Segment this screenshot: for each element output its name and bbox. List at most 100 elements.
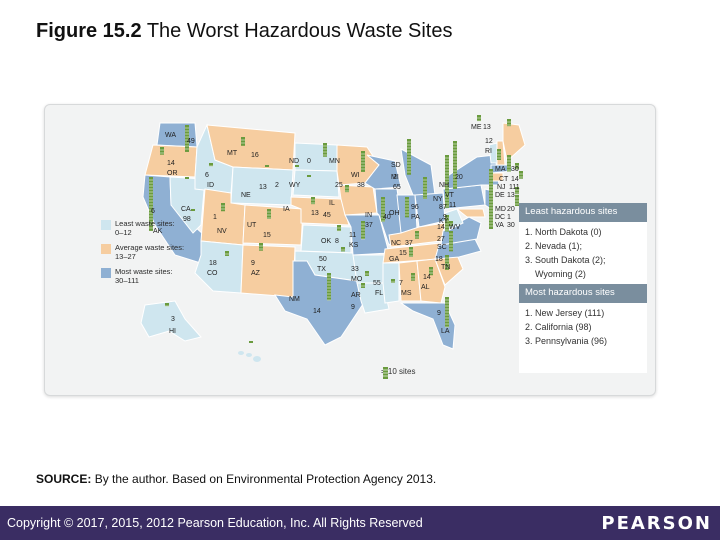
map-label: 3 xyxy=(171,316,175,323)
map-label: TN xyxy=(441,264,450,271)
map-label: 1 xyxy=(213,214,217,221)
map-label: 15 xyxy=(399,250,407,257)
map-label: AL xyxy=(421,284,430,291)
map-label: 20 xyxy=(455,174,463,181)
site-bar xyxy=(415,231,419,239)
most-item: 1. New Jersey (111) xyxy=(525,308,605,318)
source-text: By the author. Based on Environmental Pr… xyxy=(94,472,437,486)
legend-label: Least waste sites: xyxy=(115,219,175,228)
map-label: LA xyxy=(441,328,450,335)
least-item: 1. North Dakota (0) xyxy=(525,227,602,237)
state-ms xyxy=(382,262,400,304)
state-hi xyxy=(238,351,261,362)
site-bar xyxy=(267,209,271,219)
map-label: 8 xyxy=(335,238,339,245)
map-label: RI xyxy=(485,148,492,155)
map-label: CA xyxy=(181,206,191,213)
map-label: NV xyxy=(217,228,227,235)
state-mi xyxy=(400,148,436,196)
site-bar xyxy=(327,273,331,301)
map-label: 18 xyxy=(435,256,443,263)
map-label: VT xyxy=(445,192,455,199)
map-label: 2 xyxy=(393,174,397,181)
map-label: 55 xyxy=(373,280,381,287)
map-label: OR xyxy=(167,170,178,177)
site-bar xyxy=(160,147,164,155)
map-label: HI xyxy=(169,328,176,335)
map-label: 20 xyxy=(507,206,515,213)
source-note: SOURCE: By the author. Based on Environm… xyxy=(36,472,436,486)
most-item: 3. Pennsylvania (96) xyxy=(525,336,608,346)
map-label: 7 xyxy=(399,280,403,287)
map-label: 45 xyxy=(323,212,331,219)
map-label: NC xyxy=(391,240,401,247)
map-label: NH xyxy=(439,182,449,189)
site-bar xyxy=(323,143,327,157)
map-label: SD xyxy=(391,162,401,169)
state-md xyxy=(455,208,486,218)
legend-range: 13–27 xyxy=(115,252,136,261)
site-bar xyxy=(519,171,523,179)
scale-bar-icon xyxy=(383,367,388,379)
map-label: 9 xyxy=(437,310,441,317)
copyright-text: Copyright © 2017, 2015, 2012 Pearson Edu… xyxy=(7,516,423,530)
site-bar xyxy=(365,271,369,276)
least-box-heading: Least hazardous sites xyxy=(519,203,647,222)
site-bar xyxy=(497,149,501,160)
least-box-list: 1. North Dakota (0) 2. Nevada (1); 3. So… xyxy=(519,222,647,284)
map-label: 33 xyxy=(351,266,359,273)
least-item: 2. Nevada (1); xyxy=(525,241,583,251)
map-label: VA xyxy=(495,222,504,229)
map-label: 37 xyxy=(365,222,373,229)
site-bar xyxy=(191,209,195,211)
map-label: NJ xyxy=(497,184,506,191)
map-label: CO xyxy=(207,270,218,277)
site-bar xyxy=(221,203,225,212)
map-label: MO xyxy=(351,276,363,283)
map-label: UT xyxy=(247,222,257,229)
map-label: 13 xyxy=(311,210,319,217)
map-label: AR xyxy=(351,292,361,299)
map-label: 13 xyxy=(483,124,491,131)
map-label: OK xyxy=(321,238,331,245)
map-label: 18 xyxy=(209,260,217,267)
state-ia xyxy=(338,184,378,216)
map-label: 0 xyxy=(307,158,311,165)
map-label: DE xyxy=(495,192,505,199)
rank-sidebox: Least hazardous sites 1. North Dakota (0… xyxy=(519,203,647,373)
site-bar xyxy=(423,177,427,199)
map-label: 16 xyxy=(251,152,259,159)
map-label: WA xyxy=(165,132,176,139)
state-az xyxy=(194,240,244,294)
site-bar xyxy=(411,273,415,281)
map-panel: WA 49 OR 14 ID 6 MT 16 ND 0 MN 25 WI 38 … xyxy=(44,104,656,396)
map-label: 14 xyxy=(167,160,175,167)
map-label: TX xyxy=(317,266,326,273)
site-bar xyxy=(249,341,253,343)
map-label: 6 xyxy=(151,208,155,215)
map-label: 49 xyxy=(187,138,195,145)
map-label: 87 xyxy=(439,204,447,211)
map-label: AZ xyxy=(251,270,261,277)
map-label: 30 xyxy=(507,222,515,229)
map-label: MA xyxy=(495,166,506,173)
most-box-heading: Most hazardous sites xyxy=(519,284,647,303)
map-label: GA xyxy=(389,256,399,263)
map-label: 30 xyxy=(511,166,519,173)
site-bar xyxy=(265,165,269,167)
map-label: 11 xyxy=(449,202,456,209)
map-label: 6 xyxy=(205,172,209,179)
map-label: 12 xyxy=(485,138,493,145)
map-label: 65 xyxy=(393,184,401,191)
map-label: SC xyxy=(437,244,447,251)
map-label: 38 xyxy=(357,182,365,189)
map-label: 96 xyxy=(411,204,419,211)
map-label: 14 xyxy=(423,274,431,281)
map-label: WV xyxy=(449,224,461,231)
map-label: 9 xyxy=(351,304,355,311)
site-bar xyxy=(185,177,189,179)
map-label: ME xyxy=(471,124,482,131)
site-bar xyxy=(341,247,345,252)
map-label: 25 xyxy=(335,182,343,189)
map-label: 9 xyxy=(251,260,255,267)
